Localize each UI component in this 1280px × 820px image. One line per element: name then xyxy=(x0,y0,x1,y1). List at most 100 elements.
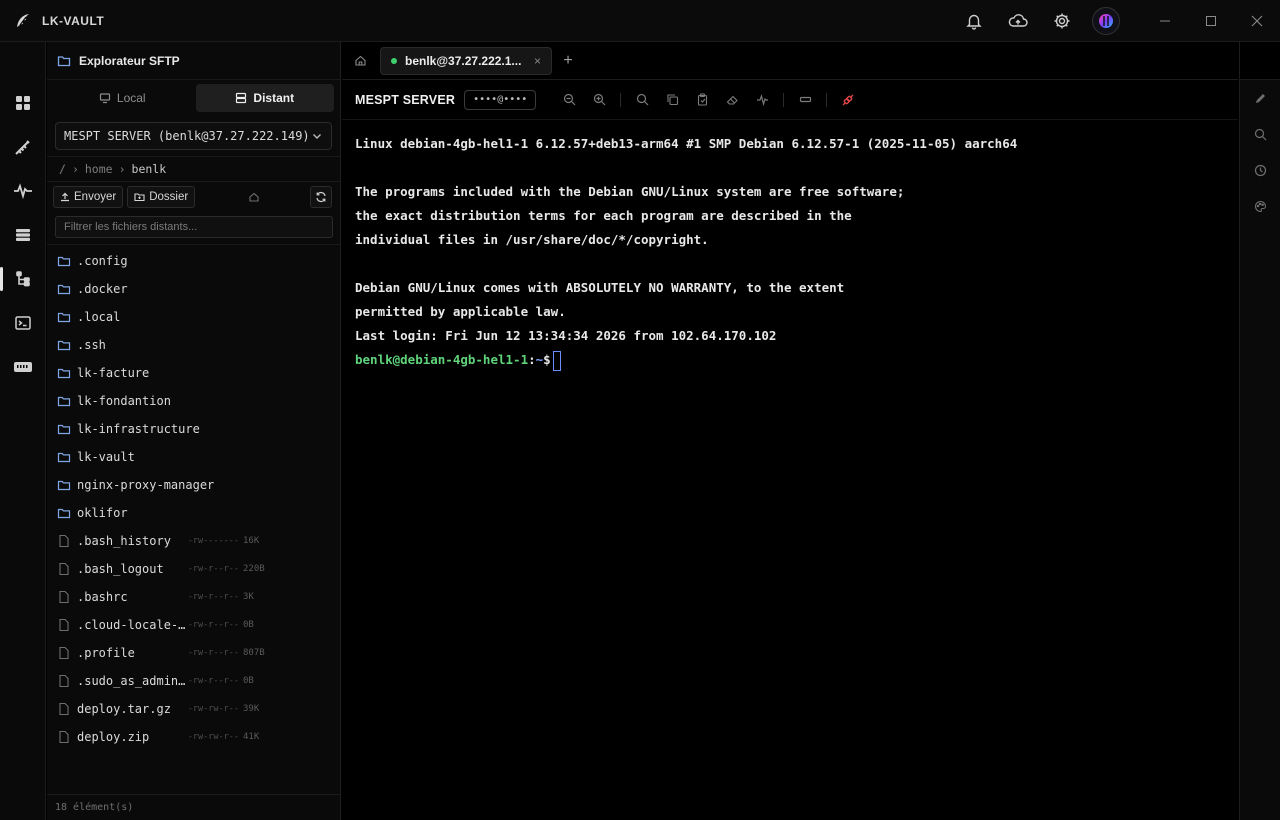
file-icon xyxy=(57,534,71,548)
terminal-toolbar: MESPT SERVER ••••@•••• xyxy=(342,80,1238,120)
session-tab[interactable]: benlk@37.27.222.1... × xyxy=(380,46,552,75)
close-tab-icon[interactable]: × xyxy=(534,54,541,68)
list-item[interactable]: .local xyxy=(47,303,340,331)
connection-status-dot xyxy=(391,57,397,64)
zoom-in-icon[interactable] xyxy=(584,85,614,115)
file-size: 16K xyxy=(243,536,260,546)
serial-port-icon[interactable] xyxy=(0,349,46,385)
file-permissions: -rw-rw-r-- xyxy=(187,704,239,714)
masked-host[interactable]: ••••@•••• xyxy=(464,89,537,110)
cloud-sync-icon[interactable] xyxy=(996,0,1040,42)
list-item[interactable]: deploy.zip -rw-rw-r-- 41K xyxy=(47,723,340,751)
home-icon[interactable] xyxy=(243,186,265,208)
list-item[interactable]: lk-vault xyxy=(47,443,340,471)
zoom-out-icon[interactable] xyxy=(554,85,584,115)
list-item[interactable]: deploy.tar.gz -rw-rw-r-- 39K xyxy=(47,695,340,723)
toolbar-separator xyxy=(783,92,785,107)
upload-button[interactable]: Envoyer xyxy=(53,186,124,208)
search-icon[interactable] xyxy=(627,85,657,115)
breadcrumb: / › home › benlk xyxy=(47,156,340,182)
list-item[interactable]: .docker xyxy=(47,275,340,303)
sftp-toolbar: Envoyer Dossier xyxy=(47,182,340,212)
refresh-icon xyxy=(315,191,327,203)
file-name: deploy.zip xyxy=(77,730,150,744)
file-name: .docker xyxy=(77,282,128,296)
title-bar: LK-VAULT xyxy=(0,0,1280,42)
maximize-button[interactable] xyxy=(1188,0,1234,42)
activity-icon[interactable] xyxy=(0,173,46,209)
list-item[interactable]: .config xyxy=(47,247,340,275)
history-clock-icon[interactable] xyxy=(1240,152,1280,188)
list-item[interactable]: .sudo_as_admin… -rw-r--r-- 0B xyxy=(47,667,340,695)
list-item[interactable]: nginx-proxy-manager xyxy=(47,471,340,499)
home-tab-icon[interactable] xyxy=(342,42,378,80)
eraser-icon[interactable] xyxy=(717,85,747,115)
list-item[interactable]: lk-infrastructure xyxy=(47,415,340,443)
paste-icon[interactable] xyxy=(687,85,717,115)
breadcrumb-home[interactable]: home xyxy=(85,162,113,176)
right-rail xyxy=(1239,80,1280,820)
file-name: oklifor xyxy=(77,506,128,520)
terminal-cursor xyxy=(552,350,561,371)
filter-input[interactable] xyxy=(55,216,333,238)
palette-icon[interactable] xyxy=(1240,188,1280,224)
settings-gear-icon[interactable] xyxy=(1040,0,1084,42)
list-item[interactable]: .ssh xyxy=(47,331,340,359)
close-window-button[interactable] xyxy=(1234,0,1280,42)
database-icon[interactable] xyxy=(0,217,46,253)
file-name: .bash_logout xyxy=(77,562,164,576)
terminal-icon[interactable] xyxy=(0,305,46,341)
file-icon xyxy=(57,618,71,632)
monitor-icon xyxy=(99,92,111,104)
file-name: lk-infrastructure xyxy=(77,422,200,436)
terminal-line: the exact distribution terms for each pr… xyxy=(355,208,852,223)
file-name: .bashrc xyxy=(77,590,128,604)
new-folder-button[interactable]: Dossier xyxy=(127,186,196,208)
title-actions xyxy=(952,0,1280,42)
copy-icon[interactable] xyxy=(657,85,687,115)
server-select-value: MESPT SERVER (benlk@37.27.222.149) xyxy=(64,129,310,143)
file-icon xyxy=(57,674,71,688)
list-item[interactable]: .profile -rw-r--r-- 807B xyxy=(47,639,340,667)
list-item[interactable]: oklifor xyxy=(47,499,340,527)
minimize-button[interactable] xyxy=(1142,0,1188,42)
dashboard-icon[interactable] xyxy=(0,85,46,121)
user-avatar[interactable] xyxy=(1092,7,1120,35)
folder-icon xyxy=(57,282,71,296)
disconnect-plug-icon[interactable] xyxy=(833,85,863,115)
file-permissions: -rw-r--r-- xyxy=(187,648,239,658)
list-item[interactable]: lk-facture xyxy=(47,359,340,387)
tab-local[interactable]: Local xyxy=(53,84,192,112)
list-item[interactable]: lk-fondantion xyxy=(47,387,340,415)
notification-bell-icon[interactable] xyxy=(952,0,996,42)
list-item[interactable]: .bash_logout -rw-r--r-- 220B xyxy=(47,555,340,583)
file-name: lk-vault xyxy=(77,450,135,464)
terminal-prompt: benlk@debian-4gb-hel1-1:~$ xyxy=(355,348,1225,372)
breadcrumb-root[interactable]: / xyxy=(59,162,66,176)
pulse-icon[interactable] xyxy=(747,85,777,115)
search-panel-icon[interactable] xyxy=(1240,116,1280,152)
edit-pencil-icon[interactable] xyxy=(1240,80,1280,116)
list-item[interactable]: .bashrc -rw-r--r-- 3K xyxy=(47,583,340,611)
add-tab-button[interactable]: + xyxy=(552,42,584,80)
list-item[interactable]: .bash_history -rw------- 16K xyxy=(47,527,340,555)
terminal-output[interactable]: Linux debian-4gb-hel1-1 6.12.57+deb13-ar… xyxy=(342,120,1238,384)
file-icon xyxy=(57,702,71,716)
prompt-separator: : xyxy=(528,352,536,367)
breadcrumb-benlk[interactable]: benlk xyxy=(132,162,167,176)
folder-outline-icon xyxy=(57,54,71,68)
keys-icon[interactable] xyxy=(0,129,46,165)
snippet-bar-icon[interactable] xyxy=(790,85,820,115)
file-permissions: -rw-rw-r-- xyxy=(187,732,239,742)
refresh-button[interactable] xyxy=(310,186,332,208)
file-size: 39K xyxy=(243,704,260,714)
list-item[interactable]: .cloud-locale-… -rw-r--r-- 0B xyxy=(47,611,340,639)
file-name: .config xyxy=(77,254,128,268)
sftp-tree-icon[interactable] xyxy=(0,261,46,297)
tab-remote[interactable]: Distant xyxy=(195,84,334,112)
file-name: .profile xyxy=(77,646,135,660)
server-select[interactable]: MESPT SERVER (benlk@37.27.222.149) xyxy=(55,122,332,150)
terminal-line: The programs included with the Debian GN… xyxy=(355,184,905,199)
item-count: 18 élément(s) xyxy=(47,794,341,820)
file-size: 3K xyxy=(243,592,254,602)
